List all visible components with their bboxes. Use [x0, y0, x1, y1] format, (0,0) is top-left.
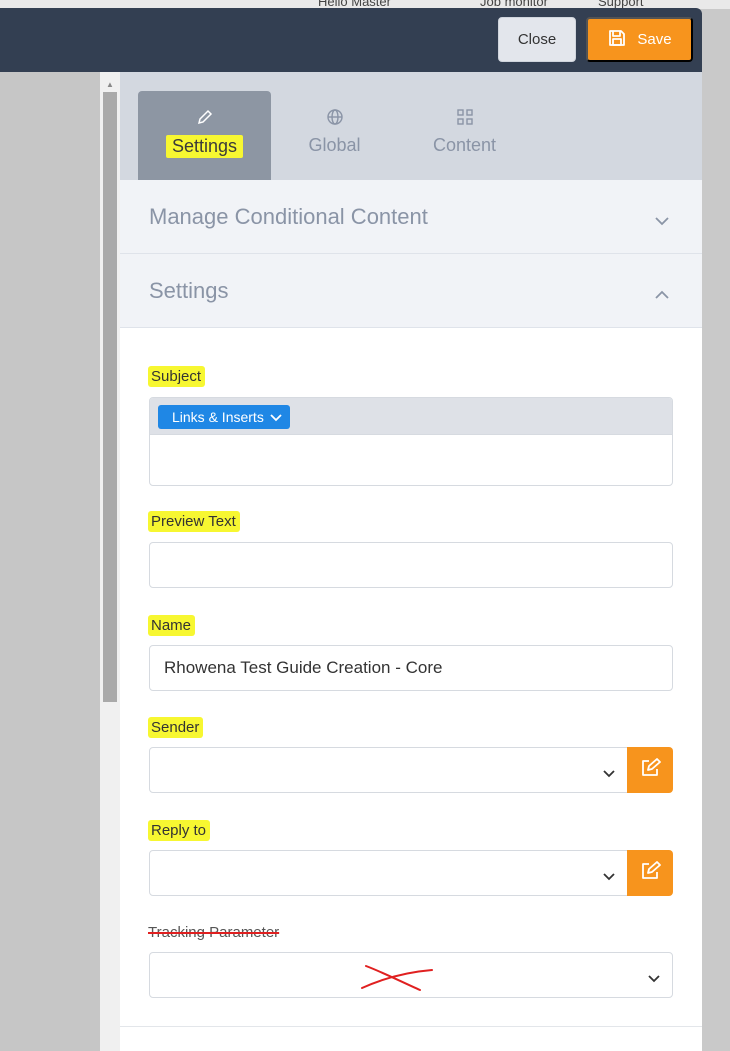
reply-to-select[interactable]	[149, 850, 628, 896]
globe-icon	[326, 105, 344, 129]
scroll-up-icon[interactable]: ▲	[106, 80, 114, 89]
chevron-down-icon	[603, 763, 615, 783]
name-input[interactable]: Rhowena Test Guide Creation - Core	[149, 645, 673, 691]
subject-label-text: Subject	[148, 366, 206, 387]
chevron-up-icon	[654, 280, 670, 306]
pencil-icon	[196, 105, 214, 129]
subject-input[interactable]	[150, 435, 672, 485]
grid-icon	[456, 105, 474, 129]
conditional-content-title: Manage Conditional Content	[149, 203, 428, 229]
save-button[interactable]: Save	[586, 17, 693, 62]
sender-select[interactable]	[149, 747, 628, 793]
reply-to-label: Reply to	[148, 820, 211, 841]
reply-to-edit-button[interactable]	[627, 850, 673, 896]
close-button-label: Close	[517, 31, 557, 48]
tab-content[interactable]: Content	[398, 91, 531, 180]
sender-label-text: Sender	[148, 717, 204, 738]
tracking-parameter-label-text: Tracking Parameter	[148, 924, 280, 941]
links-inserts-button[interactable]: Links & Inserts	[158, 405, 290, 429]
settings-section[interactable]: Settings	[120, 254, 702, 328]
settings-section-title: Settings	[149, 277, 229, 303]
tab-global-label: Global	[308, 135, 361, 155]
preview-text-label: Preview Text	[148, 511, 240, 532]
chevron-down-icon	[270, 409, 282, 425]
chevron-down-icon	[648, 968, 660, 988]
subject-label: Subject	[148, 366, 206, 387]
preview-text-input[interactable]	[149, 542, 673, 588]
canvas-area	[0, 72, 100, 1051]
conditional-content-section[interactable]: Manage Conditional Content	[120, 180, 702, 254]
chevron-down-icon	[603, 866, 615, 886]
sender-edit-button[interactable]	[627, 747, 673, 793]
tab-bar: Settings Global Content	[120, 72, 702, 180]
red-cross-annotation	[361, 965, 433, 991]
tab-global[interactable]: Global	[268, 91, 401, 180]
save-button-label: Save	[637, 31, 672, 48]
edit-icon	[639, 757, 661, 784]
name-label-text: Name	[148, 615, 196, 636]
settings-panel: Settings Global Content Manage Condition…	[120, 72, 702, 1051]
reply-to-label-text: Reply to	[148, 820, 211, 841]
tracking-parameter-label: Tracking Parameter	[148, 924, 279, 941]
subject-editor[interactable]: Links & Inserts	[149, 397, 673, 486]
links-inserts-label: Links & Inserts	[172, 409, 264, 425]
tab-content-label: Content	[432, 135, 497, 155]
section-divider	[120, 1026, 702, 1027]
name-label: Name	[148, 615, 196, 636]
preview-text-label-text: Preview Text	[148, 511, 240, 532]
chevron-down-icon	[654, 206, 670, 232]
scrollbar-thumb[interactable]	[103, 92, 117, 702]
tab-settings[interactable]: Settings	[138, 91, 271, 180]
edit-icon	[639, 860, 661, 887]
tab-settings-label: Settings	[165, 135, 244, 158]
save-icon	[607, 28, 627, 52]
close-button[interactable]: Close	[498, 17, 576, 62]
sender-label: Sender	[148, 717, 204, 738]
subject-toolbar: Links & Inserts	[150, 398, 672, 435]
